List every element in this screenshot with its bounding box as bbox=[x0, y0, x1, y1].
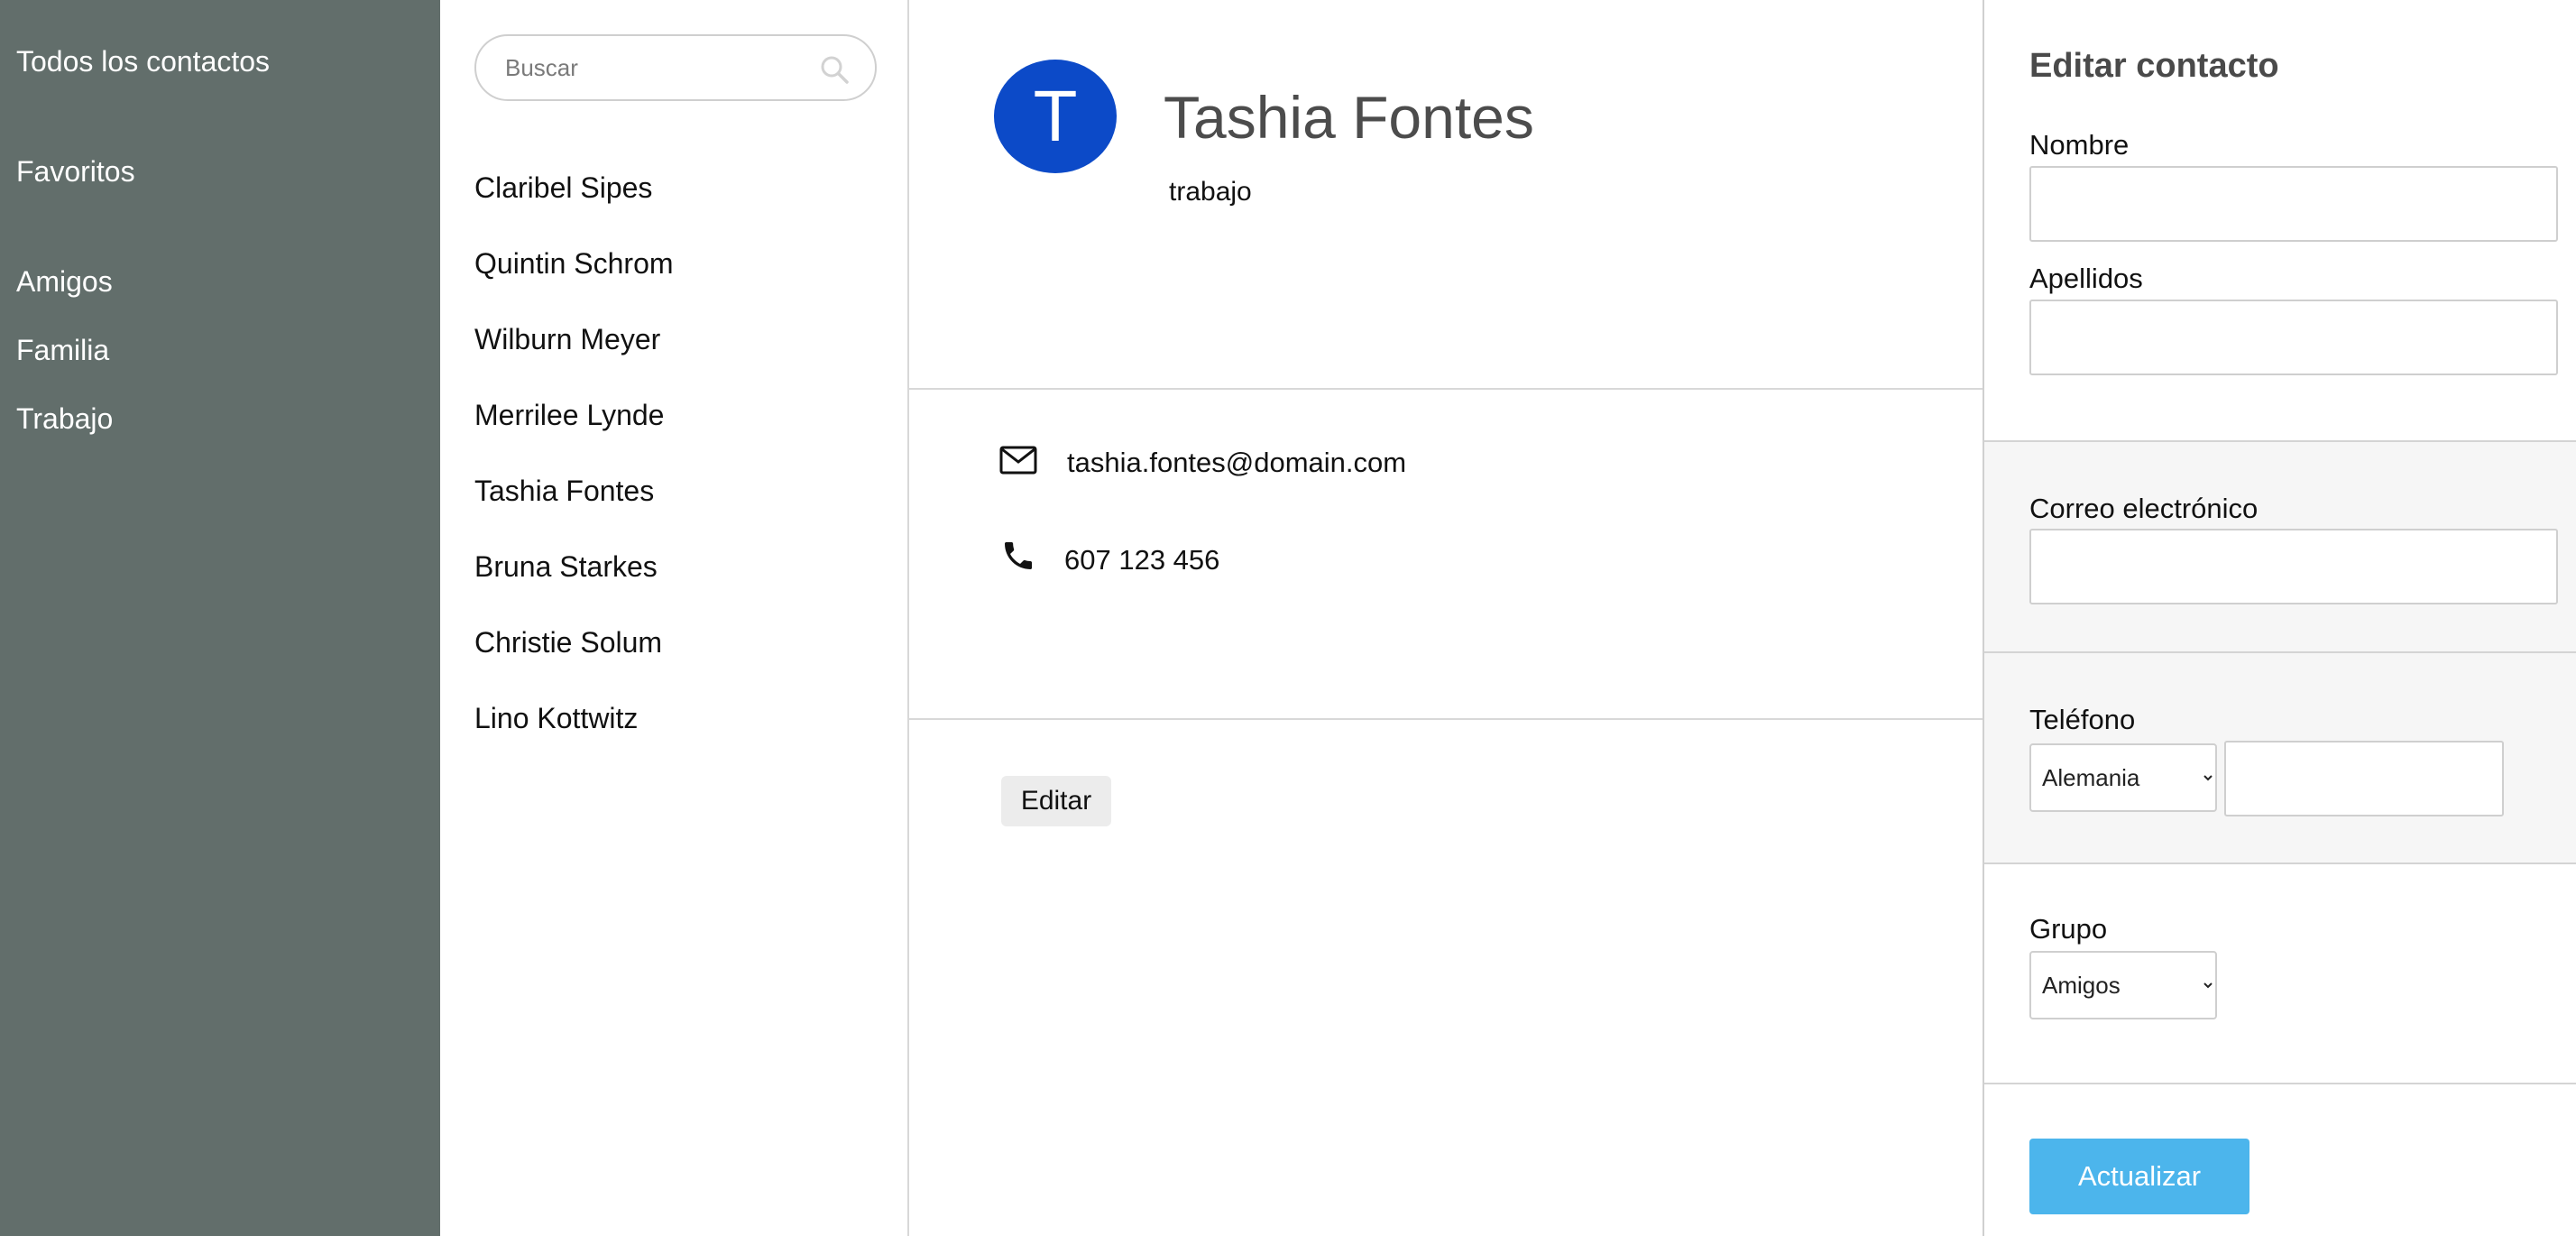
group-item-friends[interactable]: Amigos bbox=[16, 265, 113, 299]
contact-detail-panel: T Tashia Fontes trabajo tashia.fontes@do… bbox=[909, 0, 1983, 1236]
first-name-label: Nombre bbox=[2029, 129, 2130, 161]
contact-list-item[interactable]: Bruna Starkes bbox=[474, 550, 658, 584]
first-name-field[interactable] bbox=[2029, 166, 2558, 242]
group-section: Grupo Amigos bbox=[1984, 862, 2576, 1084]
phone-country-select[interactable]: Alemania bbox=[2029, 743, 2217, 812]
contact-list-item[interactable]: Claribel Sipes bbox=[474, 171, 652, 205]
contact-list-item[interactable]: Christie Solum bbox=[474, 626, 662, 660]
edit-panel-title: Editar contacto bbox=[2029, 47, 2279, 85]
email-label: Correo electrónico bbox=[2029, 493, 2259, 524]
edit-contact-panel: Editar contacto Nombre Apellidos Correo … bbox=[1983, 0, 2576, 1236]
phone-field[interactable] bbox=[2224, 741, 2504, 816]
last-name-label: Apellidos bbox=[2029, 263, 2143, 294]
groups-sidebar: Todos los contactos Favoritos Amigos Fam… bbox=[0, 0, 440, 1236]
contact-phone: 607 123 456 bbox=[1064, 544, 1220, 576]
update-button[interactable]: Actualizar bbox=[2029, 1139, 2249, 1214]
phone-label: Teléfono bbox=[2029, 704, 2136, 735]
contact-list-item[interactable]: Quintin Schrom bbox=[474, 247, 674, 281]
search-icon[interactable] bbox=[819, 54, 850, 85]
group-item-family[interactable]: Familia bbox=[16, 334, 109, 367]
contact-list-item[interactable]: Merrilee Lynde bbox=[474, 399, 664, 432]
divider bbox=[909, 388, 1983, 390]
last-name-field[interactable] bbox=[2029, 300, 2558, 375]
contact-list-item[interactable]: Lino Kottwitz bbox=[474, 702, 638, 735]
contact-list-item[interactable]: Tashia Fontes bbox=[474, 475, 654, 508]
avatar: T bbox=[994, 60, 1117, 173]
phone-icon bbox=[1005, 542, 1032, 569]
group-item-favorites[interactable]: Favoritos bbox=[16, 155, 135, 189]
email-section: Correo electrónico bbox=[1984, 440, 2576, 653]
group-label: Grupo bbox=[2029, 913, 2108, 945]
search-box bbox=[474, 34, 877, 101]
contacts-app: Todos los contactos Favoritos Amigos Fam… bbox=[0, 0, 2576, 1236]
contact-group-label: trabajo bbox=[1169, 177, 1252, 207]
contact-list-panel: Claribel Sipes Quintin Schrom Wilburn Me… bbox=[440, 0, 909, 1236]
contact-list-item[interactable]: Wilburn Meyer bbox=[474, 323, 660, 356]
divider bbox=[909, 718, 1983, 720]
email-field[interactable] bbox=[2029, 529, 2558, 604]
edit-button[interactable]: Editar bbox=[1001, 776, 1111, 826]
contact-email: tashia.fontes@domain.com bbox=[1067, 447, 1407, 478]
group-select[interactable]: Amigos bbox=[2029, 951, 2217, 1019]
search-input[interactable] bbox=[505, 36, 812, 99]
envelope-icon bbox=[999, 446, 1037, 475]
phone-section: Teléfono Alemania bbox=[1984, 651, 2576, 864]
group-item-work[interactable]: Trabajo bbox=[16, 402, 113, 436]
name-section: Editar contacto Nombre Apellidos bbox=[1984, 0, 2576, 440]
contact-name-heading: Tashia Fontes bbox=[1164, 84, 1534, 151]
group-item-all-contacts[interactable]: Todos los contactos bbox=[16, 45, 270, 78]
